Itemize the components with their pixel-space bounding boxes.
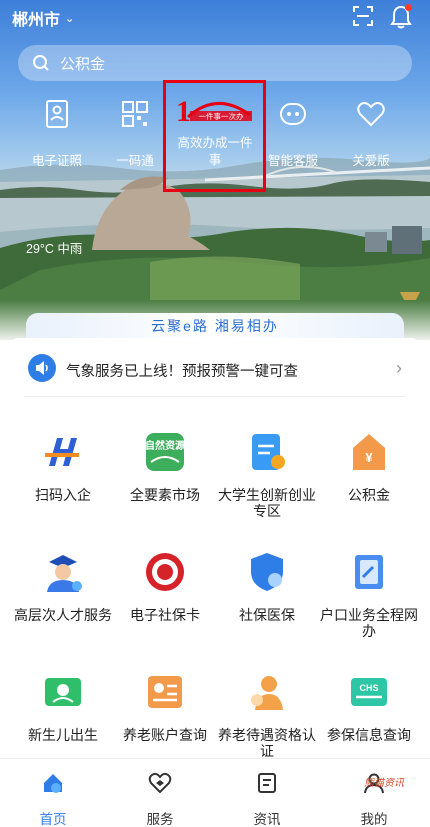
social-security-card-icon	[146, 553, 184, 591]
divider	[24, 396, 406, 397]
talent-icon	[47, 555, 82, 592]
highlight-box	[163, 80, 266, 192]
hero-banner: 郴州市 ⌄ 公积金 电子证照 一码通 1 一件事一次办 高效办成一件事 智能客服…	[0, 0, 430, 340]
home-icon	[44, 774, 62, 793]
top-bar: 郴州市 ⌄	[0, 0, 430, 40]
scan-icon[interactable]	[352, 5, 374, 27]
housing-fund-icon: ¥	[353, 434, 385, 470]
service-item-housing-fund[interactable]: ¥ 公积金	[318, 430, 420, 503]
newborn-icon	[45, 678, 81, 706]
service-item-household-register[interactable]: 户口业务全程网办	[318, 550, 420, 639]
service-item-social-security-card[interactable]: 电子社保卡	[114, 550, 216, 623]
shield-insurance-icon	[251, 553, 283, 591]
quick-nav-item-care[interactable]: 关爱版	[328, 95, 414, 169]
service-item-pension-certify[interactable]: 养老待遇资格认证	[216, 670, 318, 759]
icon-text: CHS	[359, 683, 378, 693]
heart-icon	[357, 102, 385, 127]
services-card: 气象服务已上线！预报预警一键可查 › 扫码入企 自然资源 全要素市场 大学生创新…	[12, 338, 420, 759]
pension-certify-icon	[251, 676, 283, 710]
pension-account-icon	[148, 676, 182, 708]
bottom-tab-bar: 首页 服务 资讯 我的	[0, 758, 430, 827]
service-label: 社保医保	[239, 607, 295, 623]
service-label: 公积金	[348, 487, 390, 503]
service-label: 高层次人才服务	[14, 607, 112, 623]
chevron-right-icon: ›	[396, 358, 402, 378]
speaker-icon	[28, 354, 56, 382]
service-label: 电子社保卡	[130, 607, 200, 623]
tab-label: 首页	[39, 812, 67, 827]
weather-info: 29°C 中雨	[26, 242, 83, 256]
natural-resources-icon: 自然资源	[145, 433, 185, 471]
quick-nav-item-e-license[interactable]: 电子证照	[14, 95, 100, 169]
tab-label: 我的	[360, 812, 388, 827]
search-placeholder: 公积金	[60, 55, 106, 73]
service-icon	[148, 772, 172, 794]
service-label: 参保信息查询	[327, 727, 411, 743]
innovation-doc-icon	[252, 434, 285, 470]
robot-icon	[280, 103, 306, 125]
city-selector[interactable]: 郴州市 ⌄	[12, 6, 74, 30]
search-bar[interactable]: 公积金	[18, 45, 412, 81]
qr-code-icon	[122, 101, 148, 127]
quick-nav-label: 关爱版	[352, 154, 390, 168]
service-label: 大学生创新创业专区	[218, 487, 316, 519]
tab-news[interactable]: 资讯	[232, 771, 302, 827]
chs-insurance-icon: CHS	[351, 678, 387, 706]
search-icon	[33, 55, 49, 71]
chevron-down-icon: ⌄	[65, 12, 75, 25]
quick-nav-label: 电子证照	[31, 154, 82, 168]
tab-service[interactable]: 服务	[125, 771, 195, 827]
service-item-student-innovation[interactable]: 大学生创新创业专区	[216, 430, 318, 519]
service-label: 扫码入企	[35, 487, 91, 503]
icon-text: 自然资源	[145, 439, 185, 452]
service-item-factor-market[interactable]: 自然资源 全要素市场	[114, 430, 216, 503]
notification-dot	[405, 4, 412, 11]
slogan-banner: 云聚e路 湘易相办	[26, 313, 404, 339]
tab-home[interactable]: 首页	[18, 771, 88, 827]
id-card-icon	[46, 100, 68, 128]
service-item-insurance-info[interactable]: CHS 参保信息查询	[318, 670, 420, 743]
service-item-scan-enterprise[interactable]: 扫码入企	[12, 430, 114, 503]
service-item-high-level-talent[interactable]: 高层次人才服务	[12, 550, 114, 623]
service-label: 户口业务全程网办	[320, 607, 418, 639]
service-label: 养老待遇资格认证	[218, 727, 316, 759]
service-label: 全要素市场	[130, 487, 200, 503]
tab-label: 资讯	[253, 812, 281, 827]
service-item-pension-account[interactable]: 养老账户查询	[114, 670, 216, 743]
icon-text: ¥	[365, 450, 373, 465]
service-item-social-medical-insurance[interactable]: 社保医保	[216, 550, 318, 623]
notice-text: 气象服务已上线！预报预警一键可查	[66, 364, 298, 380]
tab-label: 服务	[146, 812, 174, 827]
service-item-newborn[interactable]: 新生儿出生	[12, 670, 114, 743]
watermark: 熊猫资讯	[364, 778, 404, 789]
notification-bell-icon[interactable]	[389, 4, 413, 30]
service-label: 新生儿出生	[28, 727, 98, 743]
city-name: 郴州市	[12, 12, 61, 29]
household-register-icon	[355, 555, 383, 589]
service-label: 养老账户查询	[123, 727, 207, 743]
news-icon	[258, 773, 276, 793]
h-logo-icon	[45, 438, 79, 466]
notice-bar[interactable]: 气象服务已上线！预报预警一键可查 ›	[12, 348, 418, 390]
